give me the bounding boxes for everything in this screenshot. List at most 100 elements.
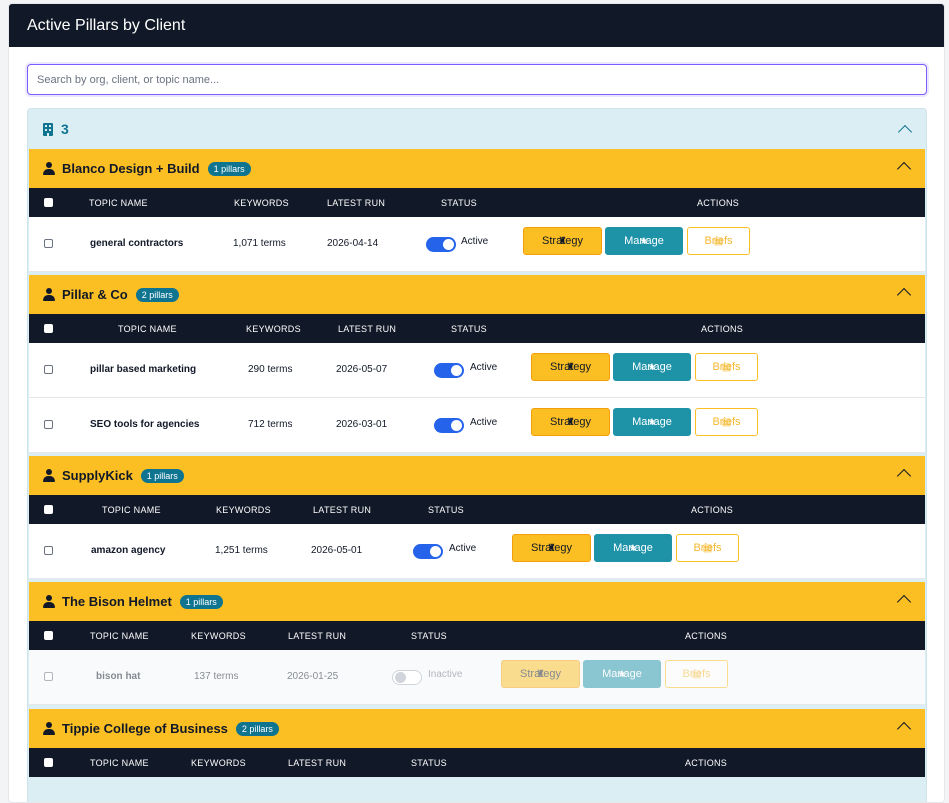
client-header[interactable]: SupplyKick 1 pillars	[29, 456, 925, 495]
strategy-button[interactable]: ♜ Strategy	[523, 227, 602, 255]
col-actions: ACTIONS	[691, 505, 734, 515]
manage-button[interactable]: ★ Manage	[613, 353, 691, 381]
manage-button[interactable]: ★ Manage	[613, 408, 691, 436]
col-status: STATUS	[428, 505, 464, 515]
table-header: TOPIC NAME KEYWORDS LATEST RUN STATUS AC…	[29, 188, 925, 217]
col-topic: TOPIC NAME	[89, 198, 148, 208]
select-all-checkbox[interactable]	[44, 505, 53, 514]
table-row: general contractors 1,071 terms 2026-04-…	[29, 217, 925, 272]
client-name: Blanco Design + Build	[62, 161, 200, 176]
select-all-checkbox[interactable]	[44, 198, 53, 207]
col-keywords: KEYWORDS	[246, 324, 301, 334]
status-toggle[interactable]	[413, 544, 443, 559]
client-header[interactable]: The Bison Helmet 1 pillars	[29, 582, 925, 621]
chevron-up-icon[interactable]	[896, 161, 912, 177]
table-row: SEO tools for agencies 712 terms 2026-03…	[29, 398, 925, 453]
col-latest-run: LATEST RUN	[313, 505, 372, 515]
strategy-button[interactable]: ♜ Strategy	[501, 660, 580, 688]
table-header: TOPIC NAME KEYWORDS LATEST RUN STATUS AC…	[29, 748, 925, 777]
col-topic: TOPIC NAME	[90, 631, 149, 641]
chevron-up-icon[interactable]	[896, 468, 912, 484]
col-latest-run: LATEST RUN	[288, 631, 347, 641]
client-header[interactable]: Blanco Design + Build 1 pillars	[29, 149, 925, 188]
row-checkbox[interactable]	[44, 239, 53, 248]
col-actions: ACTIONS	[685, 758, 728, 768]
select-all-checkbox[interactable]	[44, 758, 53, 767]
active-pillars-card: Active Pillars by Client 3 Blanco Design…	[8, 3, 945, 803]
col-keywords: KEYWORDS	[234, 198, 289, 208]
strategy-button[interactable]: ♜ Strategy	[531, 353, 610, 381]
status-toggle[interactable]	[426, 237, 456, 252]
org-count: 3	[61, 121, 69, 137]
strategy-button[interactable]: ♜ Strategy	[531, 408, 610, 436]
manage-button[interactable]: ★ Manage	[594, 534, 672, 562]
client-group: Blanco Design + Build 1 pillars TOPIC NA…	[29, 149, 925, 272]
pillar-count-badge: 2 pillars	[235, 721, 279, 736]
client-name: Pillar & Co	[62, 287, 128, 302]
col-latest-run: LATEST RUN	[338, 324, 397, 334]
chevron-up-icon[interactable]	[896, 287, 912, 303]
client-header[interactable]: Tippie College of Business 2 pillars	[29, 709, 925, 748]
client-group: SupplyKick 1 pillars TOPIC NAME KEYWORDS…	[29, 456, 925, 579]
user-icon	[43, 288, 55, 301]
select-all-checkbox[interactable]	[44, 324, 53, 333]
status-label: Active	[470, 417, 498, 428]
briefs-button[interactable]: ▤ Briefs	[676, 534, 739, 562]
col-status: STATUS	[441, 198, 477, 208]
table-row: pillar based marketing 290 terms 2026-05…	[29, 343, 925, 398]
org-group-header[interactable]: 3	[28, 109, 926, 149]
card-title: Active Pillars by Client	[9, 4, 944, 47]
latest-run-date: 2026-05-07	[336, 364, 388, 375]
search-input[interactable]	[27, 64, 927, 95]
table-row: bison hat 137 terms 2026-01-25 Inactive …	[29, 650, 925, 705]
keyword-count: 1,251 terms	[215, 545, 268, 556]
col-actions: ACTIONS	[697, 198, 740, 208]
briefs-button[interactable]: ▤ Briefs	[665, 660, 728, 688]
briefs-button[interactable]: ▤ Briefs	[695, 408, 758, 436]
pillar-count-badge: 1 pillars	[207, 161, 251, 176]
select-all-checkbox[interactable]	[44, 631, 53, 640]
client-header[interactable]: Pillar & Co 2 pillars	[29, 275, 925, 314]
col-actions: ACTIONS	[685, 631, 728, 641]
manage-button[interactable]: ★ Manage	[605, 227, 683, 255]
briefs-button[interactable]: ▤ Briefs	[687, 227, 750, 255]
row-checkbox[interactable]	[44, 672, 53, 681]
latest-run-date: 2026-05-01	[311, 545, 363, 556]
briefs-button[interactable]: ▤ Briefs	[695, 353, 758, 381]
topic-name: pillar based marketing	[90, 364, 197, 375]
keyword-count: 1,071 terms	[233, 238, 286, 249]
row-checkbox[interactable]	[44, 420, 53, 429]
row-checkbox[interactable]	[44, 365, 53, 374]
status-toggle[interactable]	[392, 670, 422, 685]
keyword-count: 137 terms	[194, 671, 239, 682]
col-status: STATUS	[411, 758, 447, 768]
keyword-count: 290 terms	[248, 364, 293, 375]
org-group: 3 Blanco Design + Build 1 pillars TOPIC …	[27, 108, 927, 802]
col-topic: TOPIC NAME	[102, 505, 161, 515]
topic-name: SEO tools for agencies	[90, 419, 200, 430]
status-label: Active	[449, 543, 477, 554]
user-icon	[43, 469, 55, 482]
client-name: Tippie College of Business	[62, 721, 228, 736]
client-group: The Bison Helmet 1 pillars TOPIC NAME KE…	[29, 582, 925, 705]
latest-run-date: 2026-01-25	[287, 671, 339, 682]
client-group: Pillar & Co 2 pillars TOPIC NAME KEYWORD…	[29, 275, 925, 453]
manage-button[interactable]: ★ Manage	[583, 660, 661, 688]
status-label: Inactive	[428, 669, 463, 680]
table-row: amazon agency 1,251 terms 2026-05-01 Act…	[29, 524, 925, 579]
pillar-count-badge: 2 pillars	[135, 287, 179, 302]
chevron-up-icon[interactable]	[896, 721, 912, 737]
col-topic: TOPIC NAME	[118, 324, 177, 334]
row-checkbox[interactable]	[44, 546, 53, 555]
chevron-up-icon[interactable]	[896, 594, 912, 610]
strategy-button[interactable]: ♜ Strategy	[512, 534, 591, 562]
status-toggle[interactable]	[434, 418, 464, 433]
client-group: Tippie College of Business 2 pillars TOP…	[29, 709, 925, 777]
chevron-up-icon[interactable]	[897, 124, 913, 140]
pillar-count-badge: 1 pillars	[179, 594, 223, 609]
col-status: STATUS	[411, 631, 447, 641]
table-header: TOPIC NAME KEYWORDS LATEST RUN STATUS AC…	[29, 495, 925, 524]
col-status: STATUS	[451, 324, 487, 334]
latest-run-date: 2026-04-14	[327, 238, 379, 249]
status-toggle[interactable]	[434, 363, 464, 378]
